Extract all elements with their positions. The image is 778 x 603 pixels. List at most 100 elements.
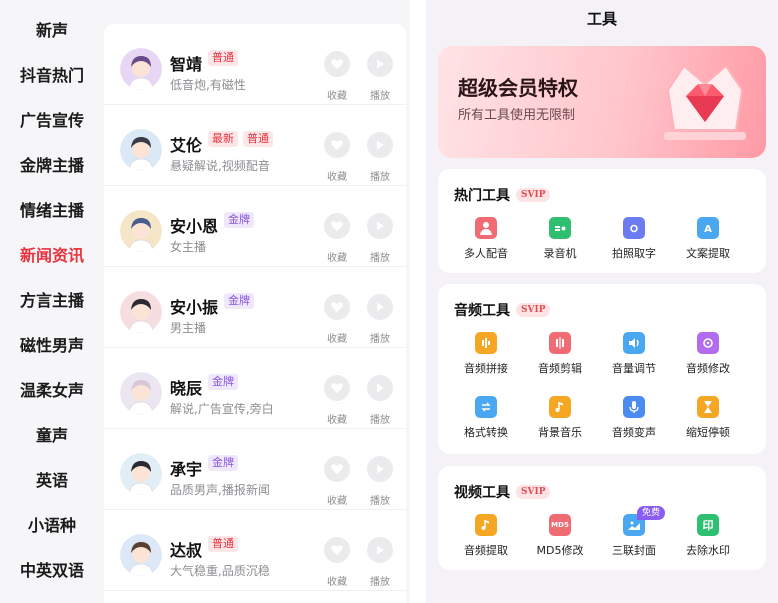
voice-tag-badge: 普通	[243, 131, 273, 147]
category-item[interactable]: 中英双语	[0, 556, 104, 586]
voice-row[interactable]: 承宇 金牌 品质男声,播报新闻 收藏 播放	[104, 429, 406, 510]
voice-description: 女主播	[170, 240, 207, 254]
favorite-button[interactable]: 收藏	[322, 213, 352, 264]
section-title: 热门工具	[454, 188, 510, 204]
play-button[interactable]: 播放	[365, 294, 395, 345]
voice-row[interactable]: 安小恩 金牌 女主播 收藏 播放	[104, 186, 406, 267]
favorite-button[interactable]: 收藏	[322, 51, 352, 102]
md5-icon: MD5	[549, 514, 571, 536]
tool-format-convert[interactable]: 格式转换	[450, 396, 522, 440]
category-item[interactable]: 金牌主播	[0, 151, 104, 181]
tool-label: 去除水印	[686, 544, 730, 557]
category-item[interactable]: 抖音热门	[0, 61, 104, 91]
voice-row[interactable]: 艾伦 最新 普通 悬疑解说,视频配音 收藏 播放	[104, 105, 406, 186]
favorite-label: 收藏	[327, 496, 347, 507]
avatar	[120, 129, 162, 171]
tool-text-extract[interactable]: A 文案提取	[672, 217, 744, 261]
mic-icon	[623, 396, 645, 418]
format-convert-icon	[475, 396, 497, 418]
heart-icon	[324, 375, 350, 401]
category-item[interactable]: 英语	[0, 466, 104, 496]
play-label: 播放	[370, 577, 390, 588]
voice-library-panel: 新声抖音热门广告宣传金牌主播情绪主播新闻资讯方言主播磁性男声温柔女声童声英语小语…	[0, 0, 410, 603]
hourglass-icon	[697, 396, 719, 418]
voice-tag-badge: 最新	[208, 131, 238, 147]
play-icon	[367, 51, 393, 77]
play-button[interactable]: 播放	[365, 51, 395, 102]
tools-panel: 工具 超级会员特权 所有工具使用无限制 热门工具 SVIP 多人配音 录音机 拍照取字 A…	[426, 0, 778, 603]
favorite-button[interactable]: 收藏	[322, 456, 352, 507]
category-item[interactable]: 广告宣传	[0, 106, 104, 136]
heart-icon	[324, 456, 350, 482]
category-item[interactable]: 新声	[0, 16, 104, 46]
tool-md5[interactable]: MD5 MD5修改	[524, 514, 596, 558]
play-button[interactable]: 播放	[365, 132, 395, 183]
tool-volume[interactable]: 音量调节	[598, 332, 670, 376]
play-button[interactable]: 播放	[365, 213, 395, 264]
audio-cut-icon	[549, 332, 571, 354]
favorite-button[interactable]: 收藏	[322, 537, 352, 588]
category-item[interactable]: 小语种	[0, 511, 104, 541]
category-item[interactable]: 温柔女声	[0, 376, 104, 406]
play-button[interactable]: 播放	[365, 537, 395, 588]
tool-mic[interactable]: 音频变声	[598, 396, 670, 440]
tool-watermark[interactable]: 印去除水印	[672, 514, 744, 558]
tool-radio[interactable]: 录音机	[524, 217, 596, 261]
voice-tag-badge: 普通	[208, 536, 238, 552]
voice-tags: 普通	[208, 50, 238, 68]
voice-tags: 普通	[208, 536, 238, 554]
tool-users[interactable]: 多人配音	[450, 217, 522, 261]
play-button[interactable]: 播放	[365, 456, 395, 507]
crown-gem-icon	[664, 64, 746, 140]
category-item[interactable]: 磁性男声	[0, 331, 104, 361]
voice-tags: 金牌	[208, 374, 238, 392]
favorite-button[interactable]: 收藏	[322, 132, 352, 183]
tool-hourglass[interactable]: 缩短停顿	[672, 396, 744, 440]
svip-badge: SVIP	[516, 485, 551, 499]
tool-audio-cut[interactable]: 音频剪辑	[524, 332, 596, 376]
favorite-label: 收藏	[327, 253, 347, 264]
camera-icon	[623, 217, 645, 239]
voice-list: 智靖 普通 低音炮,有磁性 收藏 播放 艾伦 最新 普通 悬疑解说,视频配音 收藏 播放安小恩金牌 女…	[104, 24, 406, 603]
voice-row[interactable]: 晓辰 金牌 解说,广告宣传,旁白 收藏 播放	[104, 348, 406, 429]
svip-badge: SVIP	[516, 303, 551, 317]
voice-name: 安小恩	[170, 217, 219, 236]
tool-label: 格式转换	[464, 426, 508, 439]
heart-icon	[324, 537, 350, 563]
tool-label: 多人配音	[464, 247, 508, 260]
tool-audio-join[interactable]: 音频拼接	[450, 332, 522, 376]
voice-tag-badge: 金牌	[208, 374, 238, 390]
tool-label: 三联封面	[612, 544, 656, 557]
category-item[interactable]: 方言主播	[0, 286, 104, 316]
favorite-button[interactable]: 收藏	[322, 375, 352, 426]
voice-tag-badge: 普通	[208, 50, 238, 66]
voice-row[interactable]: 智靖 普通 低音炮,有磁性 收藏 播放	[104, 24, 406, 105]
svip-badge: SVIP	[516, 188, 551, 202]
heart-icon	[324, 132, 350, 158]
vip-banner[interactable]: 超级会员特权 所有工具使用无限制	[438, 46, 766, 158]
voice-tags: 金牌	[208, 455, 238, 473]
category-item[interactable]: 情绪主播	[0, 196, 104, 226]
tool-audio-extract[interactable]: 音频提取	[450, 514, 522, 558]
audio-edit-icon	[697, 332, 719, 354]
section-title: 音频工具	[454, 303, 510, 319]
category-item[interactable]: 童声	[0, 421, 104, 451]
voice-description: 解说,广告宣传,旁白	[170, 402, 274, 416]
voice-row[interactable]: 达叔 普通 大气稳重,品质沉稳 收藏 播放	[104, 510, 406, 591]
tool-camera[interactable]: 拍照取字	[598, 217, 670, 261]
favorite-button[interactable]: 收藏	[322, 294, 352, 345]
voice-description: 大气稳重,品质沉稳	[170, 564, 270, 578]
voice-row[interactable]: 安小振 金牌 男主播 收藏 播放	[104, 267, 406, 348]
play-icon	[367, 456, 393, 482]
section-header: 热门工具 SVIP	[454, 185, 551, 205]
tool-label: 音频修改	[686, 362, 730, 375]
tool-image[interactable]: 免费 三联封面	[598, 506, 670, 558]
tool-label: 音频变声	[612, 426, 656, 439]
play-button[interactable]: 播放	[365, 375, 395, 426]
svg-text:A: A	[704, 224, 712, 235]
tool-audio-edit[interactable]: 音频修改	[672, 332, 744, 376]
category-item[interactable]: 新闻资讯	[0, 241, 104, 271]
tool-music[interactable]: 背景音乐	[524, 396, 596, 440]
avatar	[120, 534, 162, 576]
section-header: 视频工具 SVIP	[454, 482, 551, 502]
